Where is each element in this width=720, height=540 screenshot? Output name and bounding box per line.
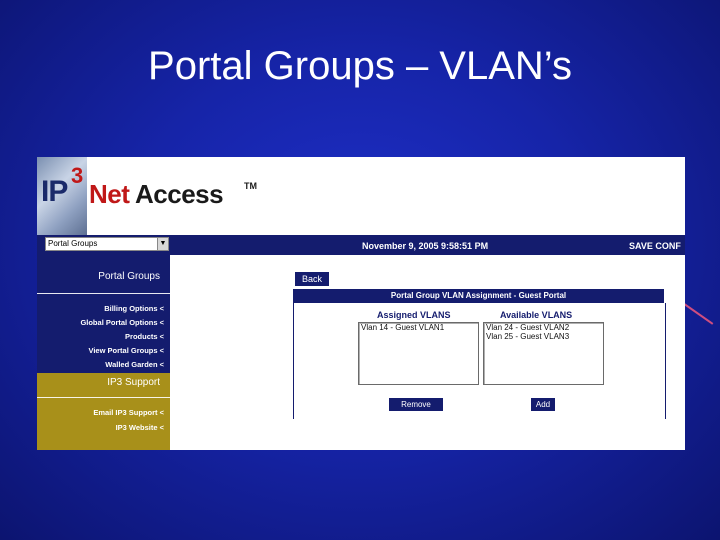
logo-trademark: TM: [244, 181, 257, 191]
sidebar-item-products[interactable]: Products <: [125, 332, 164, 341]
support-heading: IP3 Support: [107, 377, 160, 388]
logo-access: Access: [135, 179, 224, 209]
logo-three: 3: [71, 163, 84, 188]
available-vlans-header: Available VLANS: [500, 310, 573, 320]
panel-title: Portal Group VLAN Assignment - Guest Por…: [293, 289, 664, 303]
list-item[interactable]: Vlan 24 - Guest VLAN2: [484, 323, 603, 332]
support-section: IP3 Support Email IP3 Support < IP3 Webs…: [37, 373, 170, 450]
logo-net: Net: [89, 179, 130, 209]
sidebar: Portal Groups Billing Options < Global P…: [37, 255, 170, 373]
chevron-down-icon[interactable]: ▼: [157, 238, 168, 250]
sidebar-heading: Portal Groups: [98, 271, 160, 282]
sidebar-item-email-support[interactable]: Email IP3 Support <: [93, 408, 164, 417]
save-config-link[interactable]: SAVE CONF: [629, 241, 681, 251]
available-vlans-list[interactable]: Vlan 24 - Guest VLAN2 Vlan 25 - Guest VL…: [483, 322, 604, 385]
list-item[interactable]: Vlan 14 - Guest VLAN1: [359, 323, 478, 332]
sidebar-item-walled-garden[interactable]: Walled Garden <: [105, 360, 164, 369]
list-item[interactable]: Vlan 25 - Guest VLAN3: [484, 332, 603, 341]
logo-ip: IP: [41, 175, 68, 208]
sidebar-divider: [37, 293, 170, 294]
vlan-assignment-panel: Assigned VLANS Available VLANS Vlan 14 -…: [293, 303, 666, 419]
datetime-display: November 9, 2005 9:58:51 PM: [362, 241, 489, 251]
assigned-vlans-list[interactable]: Vlan 14 - Guest VLAN1: [358, 322, 479, 385]
slide-title: Portal Groups – VLAN’s: [148, 44, 572, 88]
section-select-value: Portal Groups: [48, 239, 98, 248]
nav-bar: Portal Groups ▼ November 9, 2005 9:58:51…: [37, 235, 685, 255]
back-button[interactable]: Back: [294, 271, 330, 287]
section-select[interactable]: Portal Groups ▼: [45, 237, 169, 251]
add-button[interactable]: Add: [530, 397, 556, 412]
support-divider: [37, 397, 170, 398]
sidebar-item-billing-options[interactable]: Billing Options <: [104, 304, 164, 313]
assigned-vlans-header: Assigned VLANS: [377, 310, 451, 320]
sidebar-item-view-portal-groups[interactable]: View Portal Groups <: [88, 346, 164, 355]
logo-header: IP 3 Net Access TM: [37, 157, 685, 235]
sidebar-item-global-portal-options[interactable]: Global Portal Options <: [80, 318, 164, 327]
app-screenshot: IP 3 Net Access TM Portal Groups ▼ Novem…: [37, 157, 685, 450]
remove-button[interactable]: Remove: [388, 397, 444, 412]
sidebar-item-ip3-website[interactable]: IP3 Website <: [116, 423, 164, 432]
